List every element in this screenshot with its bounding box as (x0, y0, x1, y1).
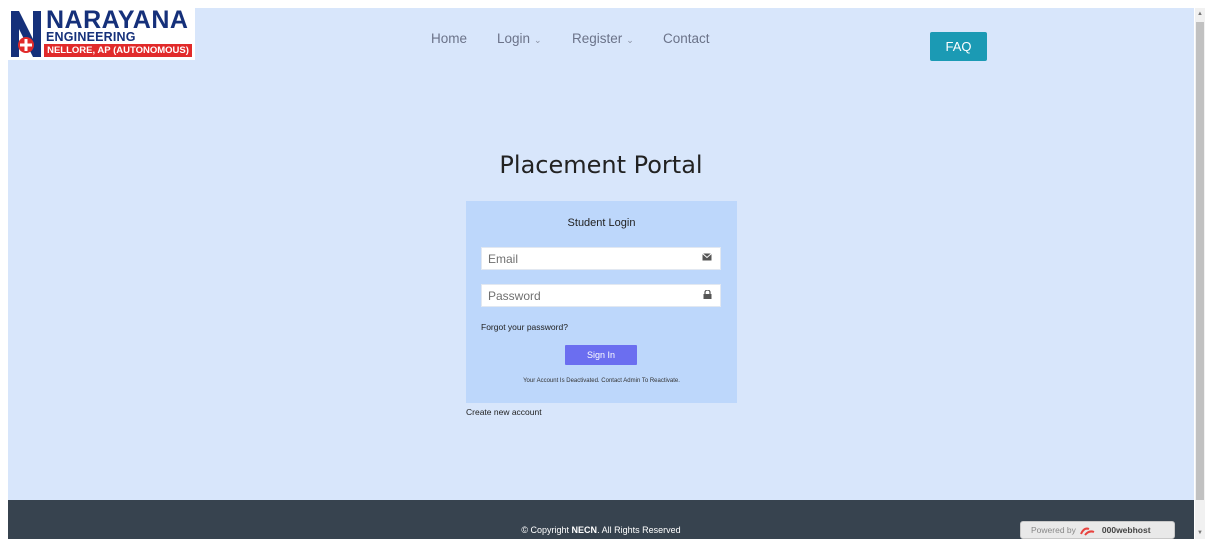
nav-register[interactable]: Register ⌄ (572, 31, 634, 46)
powered-by-badge[interactable]: Powered by 000webhost (1020, 521, 1175, 539)
copyright-text: © Copyright NECN. All Rights Reserved (8, 525, 1194, 535)
page: NARAYANA ENGINEERING COLLEGE NELLORE, AP… (8, 8, 1194, 539)
footer: © Copyright NECN. All Rights Reserved Po… (8, 500, 1194, 539)
nav-contact[interactable]: Contact (663, 31, 710, 46)
powered-by-label: Powered by (1031, 525, 1076, 535)
login-card-title: Student Login (567, 217, 636, 229)
create-account-link[interactable]: Create new account (466, 407, 542, 417)
college-logo[interactable]: NARAYANA ENGINEERING COLLEGE NELLORE, AP… (8, 8, 195, 60)
vertical-scrollbar[interactable]: ▲ ▼ (1195, 8, 1205, 539)
nav-register-label: Register (572, 31, 623, 46)
nav-login-label: Login (497, 31, 531, 46)
faq-button[interactable]: FAQ (930, 32, 987, 61)
copyright-suffix: . All Rights Reserved (597, 525, 681, 535)
account-status-message: Your Account Is Deactivated. Contact Adm… (523, 378, 680, 384)
login-card: Student Login Forgot your password? Sign… (466, 201, 737, 403)
logo-emblem-icon (11, 11, 41, 57)
copyright-prefix: © Copyright (521, 525, 572, 535)
nav-login[interactable]: Login ⌄ (497, 31, 542, 46)
chevron-down-icon: ⌄ (534, 35, 542, 45)
scroll-down-arrow-icon[interactable]: ▼ (1196, 529, 1204, 537)
copyright-brand: NECN (571, 525, 598, 535)
page-title: Placement Portal (499, 151, 703, 179)
scroll-up-arrow-icon[interactable]: ▲ (1196, 10, 1204, 18)
envelope-icon (702, 253, 712, 261)
chevron-down-icon: ⌄ (626, 35, 634, 45)
email-field-wrapper (481, 247, 721, 270)
sign-in-button[interactable]: Sign In (565, 345, 637, 365)
scroll-thumb[interactable] (1196, 22, 1204, 500)
password-input[interactable] (482, 285, 688, 306)
email-input[interactable] (482, 248, 688, 269)
forgot-password-link[interactable]: Forgot your password? (481, 322, 568, 332)
lock-icon (703, 290, 712, 299)
nav-home[interactable]: Home (431, 31, 467, 46)
logo-name: NARAYANA (46, 6, 189, 34)
webhost-logo-icon (1079, 527, 1095, 536)
password-field-wrapper (481, 284, 721, 307)
logo-location: NELLORE, AP (AUTONOMOUS) (44, 44, 192, 57)
host-name: 000webhost (1101, 525, 1151, 535)
